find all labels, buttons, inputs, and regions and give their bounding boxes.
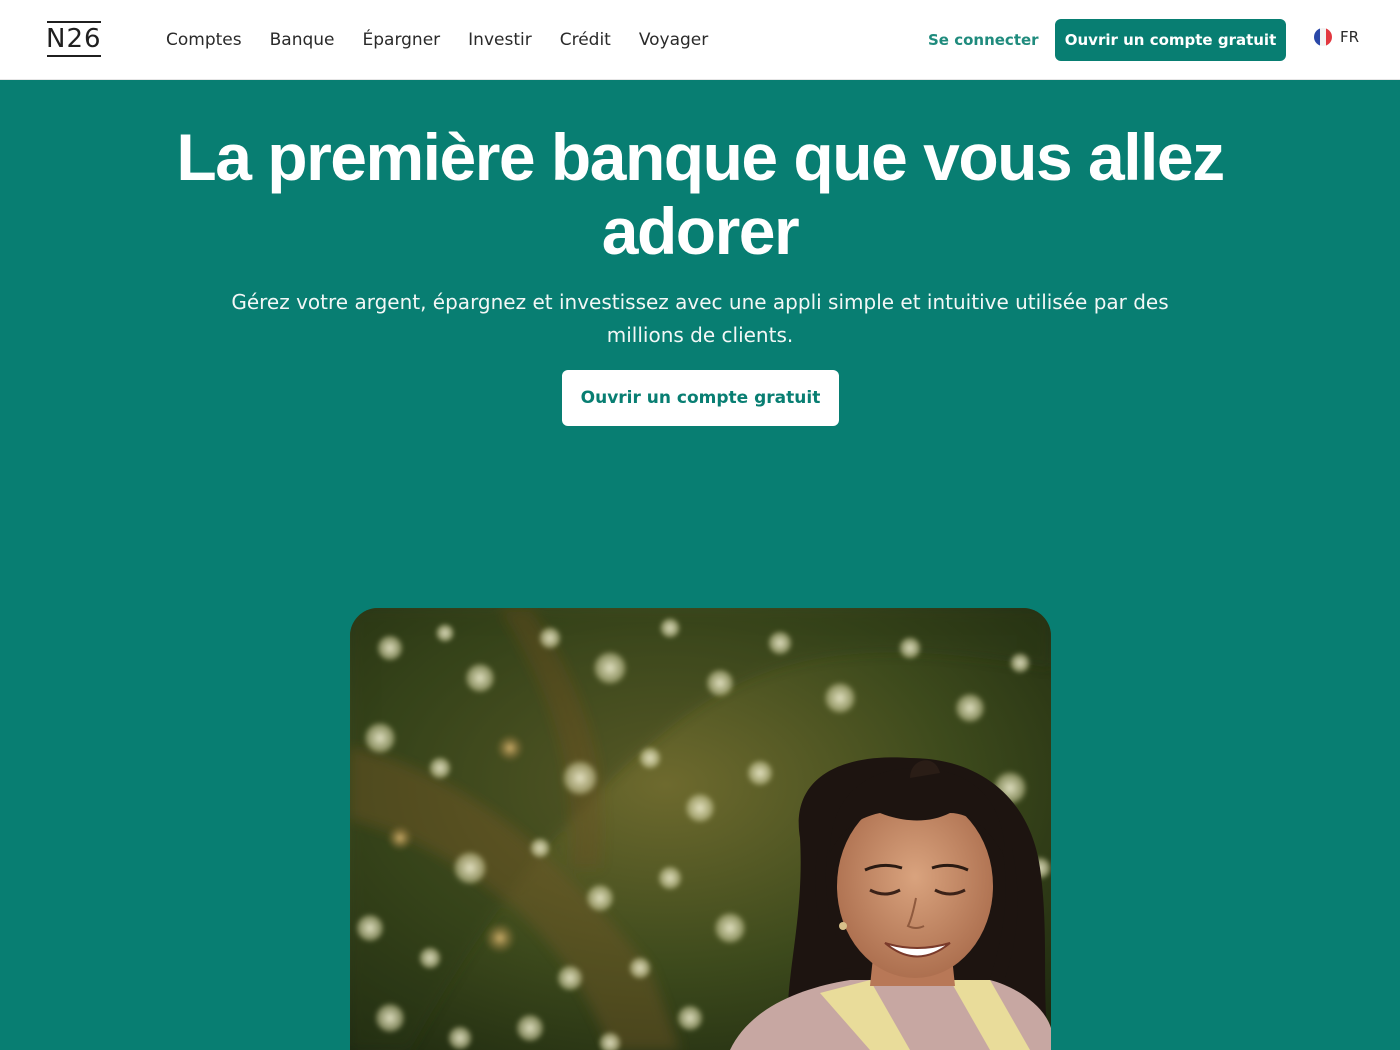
nav-item-epargner[interactable]: Épargner — [363, 29, 441, 51]
hero-subtitle: Gérez votre argent, épargnez et investis… — [231, 290, 1169, 347]
hero-photo — [350, 608, 1051, 1050]
main-nav: Comptes Banque Épargner Investir Crédit … — [166, 29, 736, 51]
login-link[interactable]: Se connecter — [928, 30, 1039, 50]
language-label: FR — [1340, 28, 1360, 46]
photo-illustration — [350, 608, 1051, 1050]
open-account-button-hero[interactable]: Ouvrir un compte gratuit — [562, 370, 839, 426]
open-account-button-header[interactable]: Ouvrir un compte gratuit — [1055, 19, 1286, 61]
n26-logo[interactable]: N26 — [46, 21, 102, 58]
language-selector[interactable]: FR — [1314, 28, 1359, 46]
france-flag-icon — [1314, 28, 1332, 46]
hero-title: La première banque que vous allez adorer — [176, 120, 1225, 268]
nav-item-banque[interactable]: Banque — [270, 29, 335, 51]
nav-item-credit[interactable]: Crédit — [560, 29, 611, 51]
nav-item-investir[interactable]: Investir — [468, 29, 532, 51]
nav-item-voyager[interactable]: Voyager — [639, 29, 708, 51]
site-header: N26 Comptes Banque Épargner Investir Cré… — [0, 0, 1400, 80]
nav-item-comptes[interactable]: Comptes — [166, 29, 242, 51]
logo-text: N26 — [46, 21, 102, 57]
